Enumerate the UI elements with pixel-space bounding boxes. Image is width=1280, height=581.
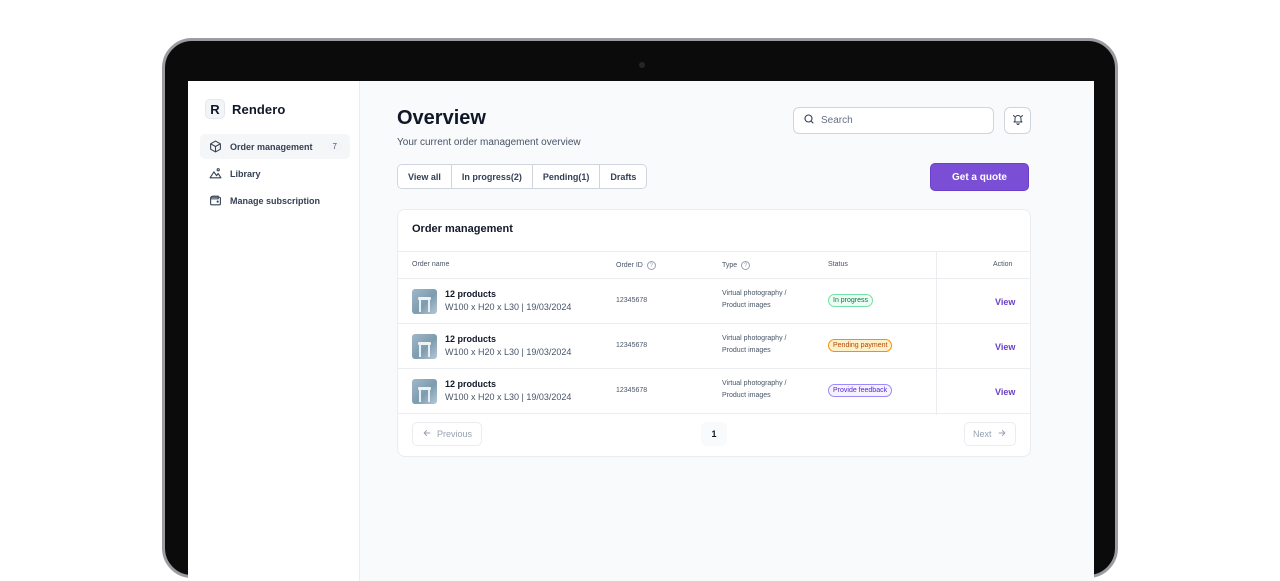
order-type: Virtual photography / [722, 290, 787, 297]
table-row[interactable]: 12 products W100 x H20 x L30 | 19/03/202… [398, 324, 1030, 369]
order-id: 12345678 [616, 297, 648, 304]
tab-pending[interactable]: Pending(1) [532, 165, 601, 188]
arrow-right-icon [997, 428, 1007, 440]
product-thumbnail [412, 379, 437, 404]
order-name: 12 products [445, 334, 497, 344]
wallet-icon [208, 194, 222, 208]
next-page-button[interactable]: Next [964, 422, 1016, 446]
search-box[interactable] [793, 107, 994, 134]
column-header-status[interactable]: Status [828, 261, 848, 268]
laptop-frame: R Rendero Order management 7 Library Man… [162, 38, 1118, 581]
page-number-current[interactable]: 1 [701, 422, 727, 446]
order-type-detail: Product images [722, 392, 771, 399]
brand-logo: R [205, 99, 225, 119]
filter-tabs: View all In progress(2) Pending(1) Draft… [397, 164, 648, 189]
column-label: Type [722, 262, 738, 269]
help-icon[interactable]: ? [741, 261, 751, 270]
status-badge: In progress [828, 294, 874, 307]
column-label: Order ID [616, 262, 643, 269]
tab-in-progress[interactable]: In progress(2) [451, 165, 533, 188]
arrow-left-icon [422, 428, 432, 440]
order-details: W100 x H20 x L30 | 19/03/2024 [445, 302, 572, 312]
count-badge: 7 [327, 141, 342, 152]
sidebar-item-label: Order management [230, 141, 313, 152]
column-header-order-id[interactable]: Order ID? [616, 261, 656, 270]
status-badge: Pending payment [828, 339, 893, 352]
previous-label: Previous [437, 429, 473, 439]
help-icon[interactable]: ? [646, 261, 656, 270]
product-thumbnail [412, 334, 437, 359]
sidebar-nav: Order management 7 Library Manage subscr… [200, 134, 350, 215]
sidebar-item-library[interactable]: Library [200, 161, 350, 186]
sidebar-item-label: Library [230, 168, 261, 179]
order-type-detail: Product images [722, 347, 771, 354]
column-header-type[interactable]: Type? [722, 261, 751, 270]
get-a-quote-button[interactable]: Get a quote [930, 163, 1029, 191]
order-id: 12345678 [616, 387, 648, 394]
status-badge: Provide feedback [828, 384, 893, 397]
search-input[interactable] [821, 115, 981, 126]
sidebar-item-label: Manage subscription [230, 195, 321, 206]
next-label: Next [973, 429, 992, 439]
tab-drafts[interactable]: Drafts [600, 165, 647, 188]
notifications-button[interactable] [1004, 107, 1031, 134]
column-label: Status [828, 261, 848, 268]
search-icon [803, 112, 815, 130]
tab-view-all[interactable]: View all [398, 165, 452, 188]
product-thumbnail [412, 289, 437, 314]
order-type-detail: Product images [722, 302, 771, 309]
bell-icon [1012, 112, 1024, 130]
app-window: R Rendero Order management 7 Library Man… [188, 81, 1094, 581]
order-details: W100 x H20 x L30 | 19/03/2024 [445, 347, 572, 357]
order-type: Virtual photography / [722, 335, 787, 342]
column-label: Order name [412, 261, 450, 268]
sidebar-item-order-management[interactable]: Order management 7 [200, 134, 350, 159]
cube-icon [208, 140, 222, 154]
main-content: Overview Your current order management o… [361, 81, 1094, 581]
brand[interactable]: R Rendero [205, 99, 285, 119]
order-id: 12345678 [616, 342, 648, 349]
brand-name: Rendero [232, 101, 286, 117]
page-subtitle: Your current order management overview [397, 137, 581, 148]
order-management-card: Order management Order name Order ID? Ty… [397, 209, 1031, 457]
card-title: Order management [412, 223, 513, 235]
table-row[interactable]: 12 products W100 x H20 x L30 | 19/03/202… [398, 369, 1030, 414]
sidebar-item-manage-subscription[interactable]: Manage subscription [200, 188, 350, 213]
page-title: Overview [397, 107, 486, 129]
column-label: Action [993, 261, 1013, 268]
order-type: Virtual photography / [722, 380, 787, 387]
image-library-icon [208, 167, 222, 181]
view-link[interactable]: View [995, 297, 1015, 307]
webcam [639, 62, 645, 68]
previous-page-button[interactable]: Previous [412, 422, 483, 446]
order-name: 12 products [445, 289, 497, 299]
column-header-action: Action [993, 261, 1012, 268]
column-header-order-name[interactable]: Order name [412, 261, 449, 268]
order-details: W100 x H20 x L30 | 19/03/2024 [445, 392, 572, 402]
view-link[interactable]: View [995, 342, 1015, 352]
order-name: 12 products [445, 379, 497, 389]
view-link[interactable]: View [995, 387, 1015, 397]
sidebar: R Rendero Order management 7 Library Man… [188, 81, 360, 581]
table-row[interactable]: 12 products W100 x H20 x L30 | 19/03/202… [398, 279, 1030, 324]
